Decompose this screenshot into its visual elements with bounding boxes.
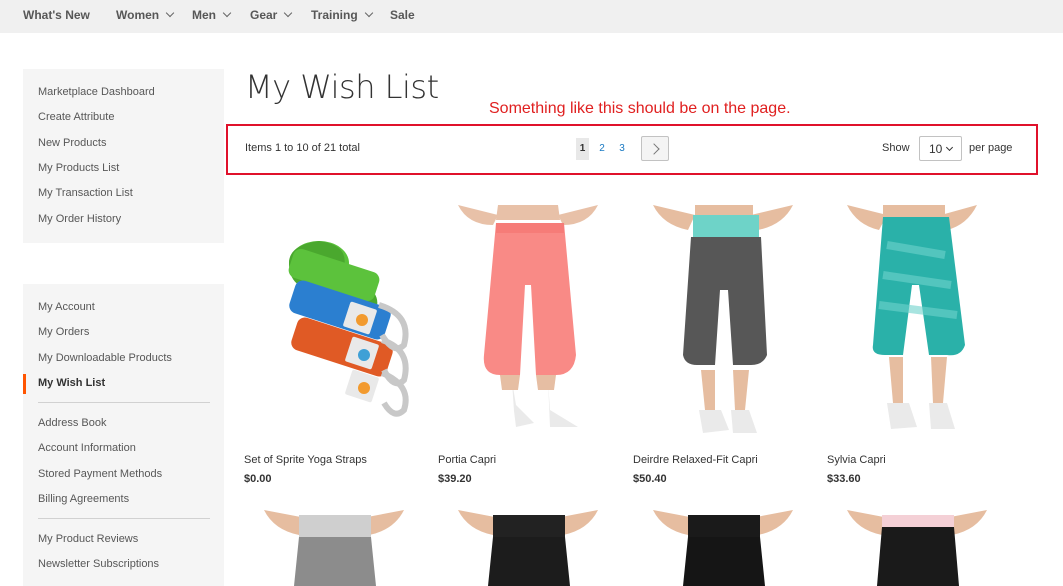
nav-item-label: Gear xyxy=(250,8,278,22)
limiter-show-label: Show xyxy=(882,142,910,154)
product-price: $33.60 xyxy=(827,473,861,485)
limiter-value: 10 xyxy=(929,142,943,156)
limiter-per-page-label: per page xyxy=(969,142,1013,154)
pager-next-button[interactable] xyxy=(641,136,669,161)
black-pants-image xyxy=(458,510,598,586)
product-name[interactable]: Portia Capri xyxy=(438,454,496,466)
teal-capri-image xyxy=(847,205,977,429)
limiter-select[interactable]: 10 xyxy=(919,136,962,161)
black-pants-image xyxy=(847,510,987,586)
nav-item-label: Sale xyxy=(390,8,415,22)
top-navigation: What's New Women Men Gear Training Sale xyxy=(0,0,1063,33)
product-image[interactable] xyxy=(633,510,813,586)
nav-item-label: Training xyxy=(311,8,358,22)
chevron-right-icon xyxy=(648,143,660,155)
toolbar-amount: Items 1 to 10 of 21 total xyxy=(245,142,360,154)
sidebar-item-my-product-reviews[interactable]: My Product Reviews xyxy=(38,533,138,545)
product-price: $39.20 xyxy=(438,473,472,485)
nav-item-gear[interactable]: Gear xyxy=(250,8,293,22)
sidebar-account: My Account My Orders My Downloadable Pro… xyxy=(23,284,224,586)
nav-item-label: Men xyxy=(192,8,216,22)
black-pants-image xyxy=(653,510,793,586)
sidebar-item-my-downloadable-products[interactable]: My Downloadable Products xyxy=(38,352,172,364)
sidebar-item-my-products-list[interactable]: My Products List xyxy=(38,162,119,174)
sidebar-item-my-wish-list[interactable]: My Wish List xyxy=(38,377,105,389)
sidebar-item-newsletter-subscriptions[interactable]: Newsletter Subscriptions xyxy=(38,558,159,570)
product-image[interactable] xyxy=(438,205,618,445)
product-price: $0.00 xyxy=(244,473,272,485)
sidebar-item-my-transaction-list[interactable]: My Transaction List xyxy=(38,187,133,199)
product-image[interactable] xyxy=(244,510,424,586)
sidebar-item-address-book[interactable]: Address Book xyxy=(38,417,106,429)
sidebar-item-marketplace-dashboard[interactable]: Marketplace Dashboard xyxy=(38,86,155,98)
sidebar-item-my-order-history[interactable]: My Order History xyxy=(38,213,121,225)
sidebar-item-new-products[interactable]: New Products xyxy=(38,137,106,149)
sidebar-item-stored-payment-methods[interactable]: Stored Payment Methods xyxy=(38,468,162,480)
sidebar-marketplace: Marketplace Dashboard Create Attribute N… xyxy=(23,69,224,243)
nav-item-label: What's New xyxy=(23,8,90,22)
yoga-straps-image xyxy=(288,241,409,417)
nav-item-whats-new[interactable]: What's New xyxy=(23,8,90,22)
sidebar-item-my-orders[interactable]: My Orders xyxy=(38,326,89,338)
product-image[interactable] xyxy=(438,510,618,586)
chevron-down-icon xyxy=(165,8,175,18)
sidebar-item-my-account[interactable]: My Account xyxy=(38,301,95,313)
pager-page-link[interactable]: 3 xyxy=(616,138,628,160)
current-item-indicator xyxy=(23,374,26,394)
page-title: My Wish List xyxy=(245,68,439,106)
product-name[interactable]: Deirdre Relaxed-Fit Capri xyxy=(633,454,758,466)
chevron-down-icon xyxy=(284,8,293,18)
sidebar-item-billing-agreements[interactable]: Billing Agreements xyxy=(38,493,129,505)
product-image[interactable] xyxy=(244,205,424,445)
nav-item-women[interactable]: Women xyxy=(116,8,175,22)
product-name[interactable]: Set of Sprite Yoga Straps xyxy=(244,454,367,466)
sidebar-divider xyxy=(38,402,210,403)
nav-item-training[interactable]: Training xyxy=(311,8,373,22)
product-image[interactable] xyxy=(827,205,1007,445)
pager-page-current: 1 xyxy=(576,138,589,160)
chevron-down-icon xyxy=(364,8,373,18)
product-name[interactable]: Sylvia Capri xyxy=(827,454,886,466)
sidebar-divider xyxy=(38,518,210,519)
sidebar-item-account-information[interactable]: Account Information xyxy=(38,442,136,454)
gray-capri-image xyxy=(653,205,793,433)
nav-item-men[interactable]: Men xyxy=(192,8,232,22)
pager-page-link[interactable]: 2 xyxy=(596,138,608,160)
nav-item-label: Women xyxy=(116,8,160,22)
gray-pants-image xyxy=(264,510,404,586)
annotation-note: Something like this should be on the pag… xyxy=(489,100,791,117)
chevron-down-icon xyxy=(222,8,232,18)
product-image[interactable] xyxy=(633,205,813,445)
product-image[interactable] xyxy=(827,510,1007,586)
chevron-down-icon xyxy=(945,143,954,152)
pink-capri-image xyxy=(458,205,598,427)
nav-item-sale[interactable]: Sale xyxy=(390,8,415,22)
sidebar-item-create-attribute[interactable]: Create Attribute xyxy=(38,111,114,123)
product-price: $50.40 xyxy=(633,473,667,485)
